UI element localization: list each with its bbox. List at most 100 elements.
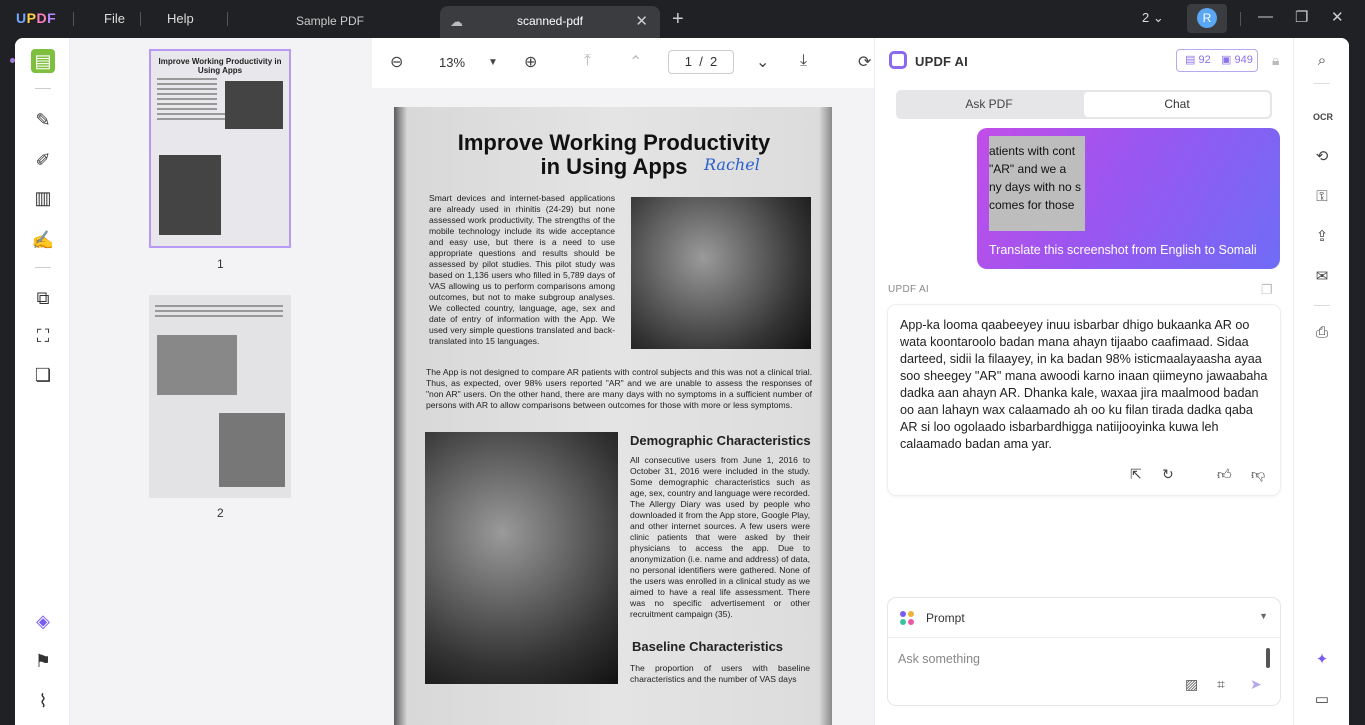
doc-toolbar: ⊖ 13% ▼ ⊕ ⤒ ⌃ 1 / 2 ⌄ ⤓ ⟳ xyxy=(372,38,874,88)
page-input[interactable]: 1 / 2 xyxy=(668,50,734,74)
first-page-icon[interactable]: ⤒ xyxy=(584,52,591,70)
layers-icon[interactable]: ◈ xyxy=(31,609,55,633)
divider xyxy=(35,88,51,89)
document-area: ⊖ 13% ▼ ⊕ ⤒ ⌃ 1 / 2 ⌄ ⤓ ⟳ Improve Workin… xyxy=(372,38,874,725)
avatar-initial: R xyxy=(1197,8,1217,28)
scrollbar[interactable] xyxy=(1266,648,1270,668)
menu-help[interactable]: Help xyxy=(167,11,194,26)
highlighter-icon[interactable]: ✎ xyxy=(31,108,55,132)
regenerate-icon[interactable]: ↻ xyxy=(1162,466,1174,483)
user-message-text: Translate this screenshot from English t… xyxy=(989,243,1257,257)
page-thumbnail-1[interactable]: Improve Working Productivity in Using Ap… xyxy=(149,49,291,248)
paragraph: The proportion of users with baseline ch… xyxy=(630,663,810,684)
page-number-2: 2 xyxy=(217,506,224,520)
restore-icon[interactable]: ❐ xyxy=(1295,8,1308,26)
search-icon[interactable]: ⌕ xyxy=(1313,52,1331,70)
protect-icon[interactable]: ⚿ xyxy=(1313,188,1331,206)
reader-icon[interactable]: ▤ xyxy=(31,49,55,73)
divider xyxy=(140,12,141,26)
lock-icon[interactable]: 🔒︎ xyxy=(1272,52,1279,69)
convert-icon[interactable]: ⟲ xyxy=(1313,148,1331,166)
paragraph: The App is not designed to compare AR pa… xyxy=(426,367,812,410)
updf-ai-logo-icon xyxy=(889,51,907,69)
tab-scanned-pdf[interactable]: ☁ scanned-pdf ✕ xyxy=(440,6,660,38)
copy-icon[interactable]: ❐ xyxy=(1261,282,1273,298)
section-heading: Demographic Characteristics xyxy=(630,433,811,448)
prompt-icon xyxy=(900,611,916,627)
ai-reply-text: App-ka looma qaabeeyey inuu isbarbar dhi… xyxy=(900,318,1268,451)
tools-icon[interactable]: ❏ xyxy=(31,363,55,387)
mail-icon[interactable]: ✉ xyxy=(1313,268,1331,286)
close-tab-icon[interactable]: ✕ xyxy=(635,12,648,30)
prompt-box: Prompt ▼ Ask something ▨ ⌗ ➤ xyxy=(888,598,1280,705)
thumbnail-text xyxy=(157,78,217,80)
ocr-icon[interactable]: OCR xyxy=(1313,108,1333,126)
credits-a: ▤ 92 xyxy=(1185,54,1211,66)
form-icon[interactable]: ▥ xyxy=(31,186,55,210)
thumbnail-text xyxy=(157,88,217,90)
tab-sample-pdf[interactable]: Sample PDF xyxy=(230,6,430,38)
new-tab-icon[interactable]: + xyxy=(672,8,684,31)
thumbnail-photo xyxy=(159,155,221,235)
thumbnail-text xyxy=(155,305,283,307)
rotate-icon[interactable]: ⟳ xyxy=(858,52,871,72)
ai-title: UPDF AI xyxy=(915,54,968,69)
thumbs-up-icon[interactable]: 👍︎ xyxy=(1217,466,1232,483)
send-icon[interactable]: ➤ xyxy=(1250,676,1262,693)
attachment-icon[interactable]: ⌇ xyxy=(31,689,55,713)
ai-panel: UPDF AI ▤ 92 ▣ 949 🔒︎ Ask PDF Chat atien… xyxy=(874,38,1293,725)
thumbnail-text xyxy=(157,108,217,110)
screenshot-attachment[interactable]: atients with cont "AR" and we a ny days … xyxy=(989,136,1085,231)
divider xyxy=(227,12,228,26)
divider xyxy=(1240,12,1241,26)
zoom-dropdown-icon[interactable]: ▼ xyxy=(488,57,498,68)
tab-title: scanned-pdf xyxy=(516,14,584,28)
edit-pdf-icon[interactable]: ✐ xyxy=(31,148,55,172)
app-window: ▤ ✎ ✐ ▥ ✍ ⧉ ⛶ ❏ ◈ ⚑ ⌇ Improve Working Pr… xyxy=(15,38,1349,725)
screenshot-icon[interactable]: ⌗ xyxy=(1217,676,1225,693)
comment-icon[interactable]: ▭ xyxy=(1313,691,1331,709)
zoom-in-icon[interactable]: ⊕ xyxy=(524,52,537,72)
close-window-icon[interactable]: ✕ xyxy=(1331,8,1344,26)
thumbs-down-icon[interactable]: 👎︎ xyxy=(1251,466,1265,483)
thumbnail-text xyxy=(157,83,217,85)
avatar[interactable]: R xyxy=(1187,4,1227,33)
right-rail: ⌕ OCR ⟲ ⚿ ⇪ ✉ ⎙ ✦ ▭ xyxy=(1293,38,1349,725)
thumbnail-text xyxy=(155,310,283,312)
reply-label: UPDF AI xyxy=(888,284,929,295)
thumbnail-photo xyxy=(157,335,237,395)
thumbnail-text xyxy=(157,98,217,100)
image-icon[interactable]: ▨ xyxy=(1185,676,1198,693)
ai-mode-tabs: Ask PDF Chat xyxy=(896,90,1272,119)
ask-input[interactable]: Ask something xyxy=(898,652,980,666)
menu-file[interactable]: File xyxy=(104,11,125,26)
tab-chat[interactable]: Chat xyxy=(1084,92,1270,117)
thumbnail-panel: Improve Working Productivity in Using Ap… xyxy=(70,38,372,725)
share-icon[interactable]: ⇪ xyxy=(1313,228,1331,246)
tab-ask-pdf[interactable]: Ask PDF xyxy=(896,90,1082,119)
credits-b: ▣ 949 xyxy=(1221,54,1253,66)
ai-header: UPDF AI ▤ 92 ▣ 949 🔒︎ xyxy=(875,38,1294,82)
ai-assistant-icon[interactable]: ✦ xyxy=(1313,651,1331,669)
last-page-icon[interactable]: ⤓ xyxy=(800,52,807,70)
paragraph: All consecutive users from June 1, 2016 … xyxy=(630,455,810,619)
zoom-out-icon[interactable]: ⊖ xyxy=(390,52,403,72)
window-count[interactable]: 2 ⌄ xyxy=(1142,10,1164,26)
prev-page-icon[interactable]: ⌃ xyxy=(629,52,642,72)
zoom-value[interactable]: 13% xyxy=(439,55,465,70)
next-page-icon[interactable]: ⌄ xyxy=(756,52,769,72)
page-thumbnail-2[interactable] xyxy=(149,295,291,498)
minimize-icon[interactable]: — xyxy=(1258,8,1273,25)
save-icon[interactable]: ⎙ xyxy=(1313,324,1331,342)
fill-sign-icon[interactable]: ✍ xyxy=(31,228,55,252)
bookmark-icon[interactable]: ⚑ xyxy=(31,649,55,673)
prompt-selector[interactable]: Prompt ▼ xyxy=(888,598,1280,638)
paragraph: Smart devices and internet-based applica… xyxy=(429,193,615,346)
prompt-label: Prompt xyxy=(926,611,965,625)
open-external-icon[interactable]: ⇱ xyxy=(1130,466,1142,483)
credits-badge[interactable]: ▤ 92 ▣ 949 xyxy=(1176,49,1258,72)
thumbnail-text xyxy=(155,315,283,317)
signature: Rachel xyxy=(704,155,760,174)
organize-pages-icon[interactable]: ⧉ xyxy=(31,286,55,310)
crop-icon[interactable]: ⛶ xyxy=(31,324,55,348)
